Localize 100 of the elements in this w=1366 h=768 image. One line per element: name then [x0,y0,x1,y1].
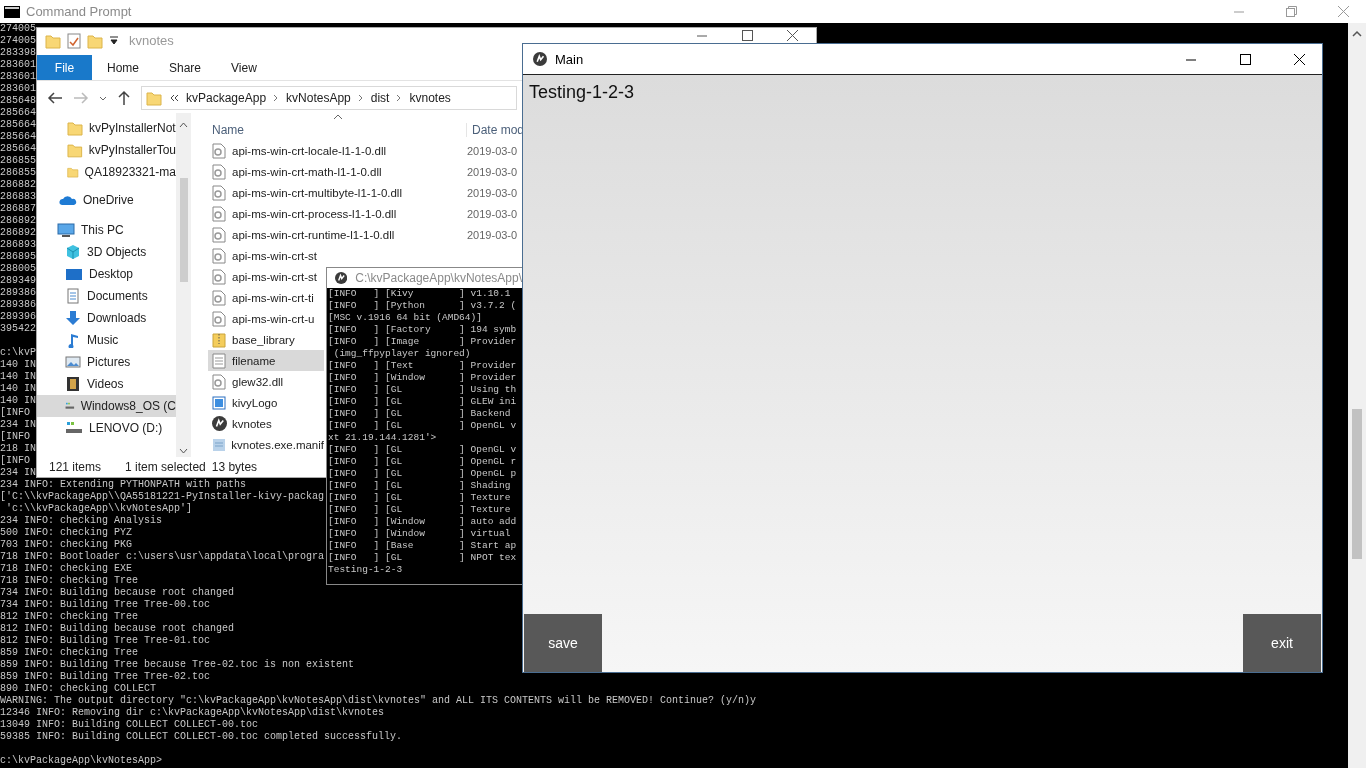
nav-item[interactable]: LENOVO (D:) [37,417,176,439]
file-row[interactable]: api-ms-win-crt-st [208,245,324,266]
console-line: [INFO ] [GL ] OpenGL p [328,468,517,480]
monitor-icon [57,222,75,238]
address-bar[interactable]: kvPackageApp kvNotesApp dist kvnotes [141,86,517,110]
column-header[interactable]: Name [208,123,466,137]
ribbon-tab[interactable]: View [216,55,272,80]
settings-file-icon [212,184,226,201]
kivy-logo-icon [533,52,547,66]
console-line: 283601 [0,59,36,71]
file-row[interactable]: api-ms-win-crt-runtime-l1-1-0.dll 2019-03-0 [208,224,518,245]
console-line: 234 INFO: Extending PYTHONPATH with paths [0,479,247,491]
file-name: api-ms-win-crt-st [232,270,317,283]
nav-item[interactable]: Windows8_OS (C [37,395,176,417]
double-chevron-icon [169,93,179,103]
nav-item[interactable]: 3D Objects [37,241,176,263]
pictures-icon [65,354,81,370]
close-icon[interactable] [787,30,798,41]
app-label: Testing-1-2-3 [529,82,635,102]
file-date: 2019-03-0 [467,207,518,220]
console-line: 289349 [0,275,36,287]
file-row[interactable]: filename [208,350,324,371]
file-row[interactable]: api-ms-win-crt-st [208,266,324,287]
file-row[interactable]: api-ms-win-crt-u [208,308,324,329]
file-row[interactable]: api-ms-win-crt-multibyte-l1-1-0.dll 2019-03-0 [208,182,518,203]
console-line: 718 INFO: Bootloader c:\users\usr\appdata\local\progra [0,551,325,563]
file-tab[interactable]: File [37,55,92,80]
console-line: 289386 [0,287,36,299]
properties-icon[interactable] [67,33,81,49]
scroll-down-icon[interactable] [179,448,188,455]
scroll-up-icon[interactable] [1352,29,1362,39]
console-line: [INFO ] [GL ] GLEW ini [328,396,517,408]
scrollbar-thumb[interactable] [179,178,188,282]
console-line: 286855 [0,167,36,179]
nav-item[interactable]: kvPyInstallerNot [37,117,176,139]
nav-item[interactable]: QA18923321-ma [37,161,176,183]
settings-file-icon [212,310,226,327]
chevron-icon [396,93,403,103]
window-title: kvnotes [129,33,175,48]
console-line: 59385 INFO: Building COLLECT COLLECT-00.toc completed successfully. [0,731,403,743]
console-line: 703 INFO: checking PKG [0,539,133,551]
file-row[interactable]: api-ms-win-crt-process-l1-1-0.dll 2019-03-0 [208,203,518,224]
path-segment[interactable]: kvPackageApp [186,91,267,105]
console-line: 286883 [0,191,36,203]
nav-item[interactable]: Desktop [37,263,176,285]
file-row[interactable]: api-ms-win-crt-ti [208,287,324,308]
cube-icon [65,244,81,260]
back-arrow-icon[interactable] [47,91,63,105]
nav-item[interactable]: This PC [37,219,176,241]
scrollbar[interactable] [1348,23,1366,768]
file-row[interactable]: kvnotes.exe.manif [208,434,324,455]
file-name: api-ms-win-crt-multibyte-l1-1-0.dll [232,186,403,199]
path-segment[interactable]: dist [370,91,390,105]
scroll-up-icon[interactable] [179,121,188,128]
console-line: 286892 [0,215,36,227]
restore-icon[interactable] [1285,6,1297,17]
console-line: [INFO ] [Window ] Provider [328,372,517,384]
close-icon[interactable] [1293,53,1305,65]
maximize-icon[interactable] [742,30,753,41]
path-segment[interactable]: kvnotes [409,91,451,105]
console-line: 718 INFO: checking EXE [0,563,133,575]
app-button[interactable]: exit [1243,614,1321,672]
nav-item[interactable]: Pictures [37,351,176,373]
path-segment[interactable]: kvNotesApp [286,91,351,105]
folder-icon [67,142,83,158]
scrollbar-thumb[interactable] [1352,409,1362,559]
caret-icon[interactable] [109,33,119,47]
nav-item[interactable]: OneDrive [37,189,176,211]
file-row[interactable]: api-ms-win-crt-math-l1-1-0.dll 2019-03-0 [208,161,518,182]
maximize-icon[interactable] [1239,53,1251,65]
scrollbar[interactable] [176,113,191,457]
file-name: api-ms-win-crt-runtime-l1-1-0.dll [232,228,396,241]
console-line: 859 INFO: Building Tree because Tree-02.toc is non existent [0,659,355,671]
file-row[interactable]: glew32.dll [208,371,324,392]
console-line: [INFO ] [Window ] virtual [328,528,511,540]
console-line: 286892 [0,227,36,239]
console-line: [INFO ] [GL ] Shading [328,480,511,492]
settings-file-icon [212,247,226,264]
nav-item[interactable]: Downloads [37,307,176,329]
nav-item[interactable]: Music [37,329,176,351]
console-line: 283601 [0,83,36,95]
console-line: 734 INFO: Building because root changed [0,587,235,599]
console-line: [INFO ] [Factory ] 194 symb [328,324,517,336]
nav-item[interactable]: Documents [37,285,176,307]
file-name: base_library [232,333,295,346]
file-name: api-ms-win-crt-math-l1-1-0.dll [232,165,383,178]
file-row[interactable]: api-ms-win-crt-locale-l1-1-0.dll 2019-03-0 [208,140,518,161]
file-row[interactable]: kivyLogo [208,392,324,413]
file-row[interactable]: kvnotes [208,413,324,434]
console-line: [INFO ] [Python ] v3.7.2 ( [328,300,517,312]
ribbon-tab[interactable]: Share [154,55,217,80]
console-line: [INFO ] [GL ] OpenGL v [328,420,517,432]
file-name: glew32.dll [232,375,284,388]
ribbon-tab[interactable]: Home [92,55,154,80]
file-row[interactable]: base_library [208,329,324,350]
app-button[interactable]: save [524,614,602,672]
nav-item[interactable]: kvPyInstallerTou [37,139,176,161]
nav-item[interactable]: Videos [37,373,176,395]
console-line: [INFO ] [Window ] auto add [328,516,517,528]
up-arrow-icon[interactable] [117,90,131,106]
